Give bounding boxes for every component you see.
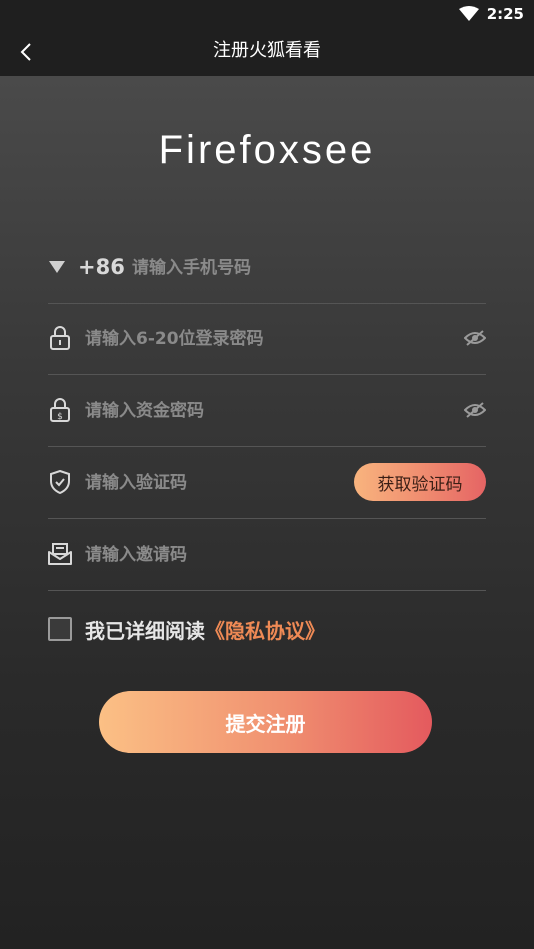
- agreement-text: 我已详细阅读: [85, 618, 205, 643]
- eye-off-icon: [464, 402, 486, 418]
- lock-icon: [48, 325, 72, 351]
- toggle-fund-password-visibility-button[interactable]: [464, 399, 486, 421]
- privacy-policy-link[interactable]: 《隐私协议》: [205, 615, 325, 644]
- login-password-input[interactable]: [83, 321, 387, 357]
- svg-text:$: $: [57, 412, 63, 422]
- brand-logo: Firefoxsee: [158, 128, 376, 172]
- phone-field-row: +86: [48, 232, 486, 304]
- phone-input[interactable]: [130, 250, 434, 286]
- dropdown-triangle-icon: [49, 261, 65, 273]
- verify-code-input[interactable]: [83, 465, 307, 501]
- registration-form: Firefoxsee +86 请输入手机号码 $ 请输入验证码 获取验证码 请输…: [0, 76, 534, 949]
- submit-register-button[interactable]: 提交注册: [99, 691, 432, 753]
- wifi-icon: [458, 6, 479, 21]
- app-bar: 注册火狐看看: [0, 28, 534, 76]
- verify-code-row: 获取验证码: [48, 447, 486, 519]
- country-code-selector[interactable]: +86: [48, 250, 125, 284]
- agreement-row: 我已详细阅读 《隐私协议》: [48, 614, 325, 644]
- agreement-checkbox[interactable]: [48, 617, 72, 641]
- login-password-row: [48, 303, 486, 375]
- fund-password-row: $: [48, 375, 486, 447]
- fund-lock-icon: $: [48, 397, 72, 423]
- invite-code-row: [48, 519, 486, 591]
- page-title: 注册火狐看看: [213, 40, 321, 61]
- status-bar: 2:25: [0, 0, 534, 28]
- get-verify-code-button[interactable]: 获取验证码: [354, 463, 486, 501]
- country-code: +86: [78, 255, 125, 279]
- mail-icon: [48, 541, 72, 567]
- eye-off-icon: [464, 330, 486, 346]
- invite-code-input[interactable]: [83, 537, 387, 573]
- fund-password-input[interactable]: [83, 393, 387, 429]
- toggle-password-visibility-button[interactable]: [464, 327, 486, 349]
- shield-check-icon: [48, 469, 72, 495]
- status-time: 2:25: [486, 5, 524, 23]
